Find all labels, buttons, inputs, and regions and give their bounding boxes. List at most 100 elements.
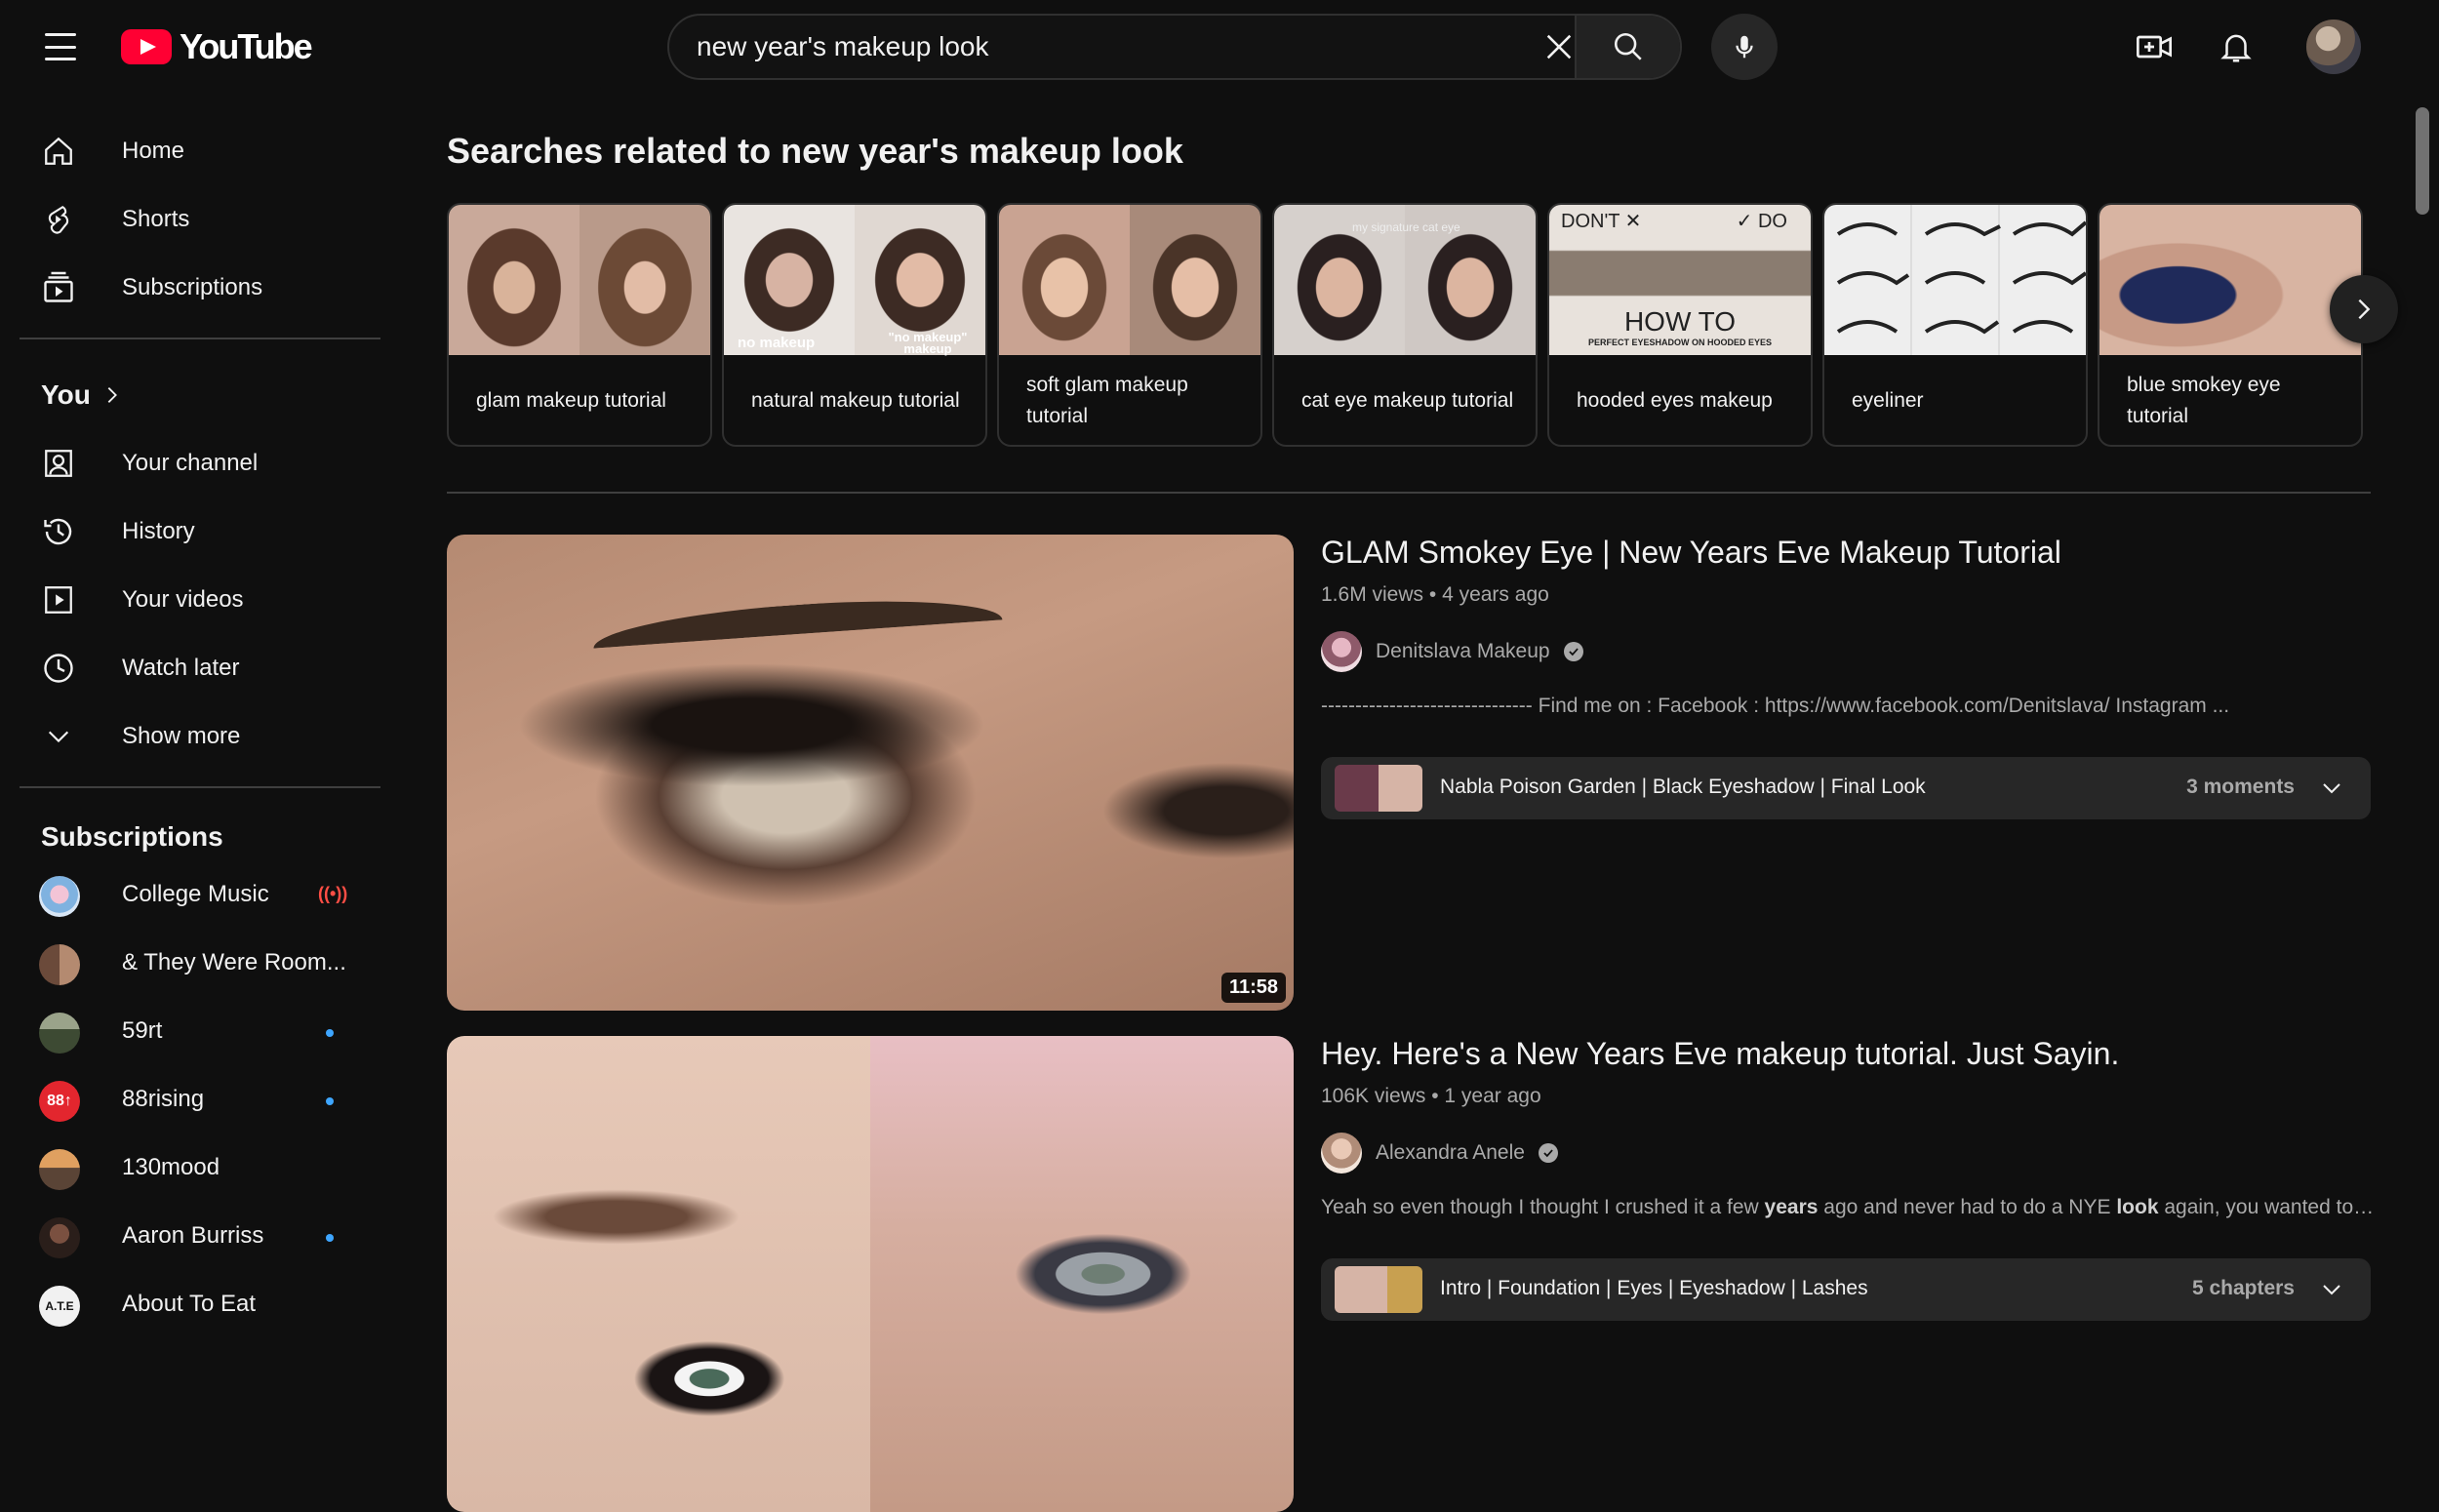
sidebar-sub-they-were-roommates[interactable]: & They Were Room...: [20, 929, 361, 997]
menu-icon[interactable]: [39, 27, 82, 66]
video-thumbnail[interactable]: 11:58: [447, 535, 1294, 1011]
related-search-chip[interactable]: no makeup "no makeup" makeup natural mak…: [722, 203, 987, 447]
view-count: 1.6M views: [1321, 583, 1424, 606]
sidebar-sub-name: Aaron Burriss: [122, 1222, 264, 1249]
sidebar-sub-college-music[interactable]: College Music ((•)): [20, 860, 361, 929]
video-thumbnail[interactable]: [447, 1036, 1294, 1512]
sidebar-item-subscriptions[interactable]: Subscriptions: [20, 254, 361, 322]
moments-count: 3 moments: [2186, 776, 2295, 798]
chevron-right-icon: [101, 384, 123, 411]
video-description: Yeah so even though I thought I crushed …: [1321, 1196, 2375, 1219]
sidebar-item-shorts[interactable]: Shorts: [20, 185, 361, 254]
sidebar-sub-name: About To Eat: [122, 1291, 256, 1317]
video-channel[interactable]: Denitslava Makeup: [1321, 630, 1583, 673]
channel-name[interactable]: Alexandra Anele: [1376, 1141, 1525, 1165]
sidebar-sub-88rising[interactable]: 88↑ 88rising: [20, 1065, 361, 1134]
thumb-caption: my signature cat eye: [1352, 220, 1460, 234]
sidebar-divider: [20, 786, 380, 788]
chip-label: hooded eyes makeup: [1577, 389, 1773, 412]
sidebar-sub-130mood[interactable]: 130mood: [20, 1134, 361, 1202]
chevron-right-icon: [2358, 298, 2371, 320]
search-results: Searches related to new year's makeup lo…: [447, 94, 2398, 1512]
account-avatar[interactable]: [2306, 20, 2361, 74]
search-input[interactable]: [697, 16, 1497, 78]
video-channel[interactable]: Alexandra Anele: [1321, 1132, 1558, 1174]
chapters-count: 5 chapters: [2191, 1277, 2295, 1299]
sidebar-sub-about-to-eat[interactable]: A.T.E About To Eat: [20, 1270, 361, 1338]
notifications-button[interactable]: [2213, 23, 2259, 70]
channel-avatar[interactable]: [1321, 1133, 1362, 1174]
channel-avatar: A.T.E: [39, 1286, 80, 1327]
chip-thumbnail: DON'T ✕ ✓ DO HOW TO PERFECT EYESHADOW ON…: [1549, 205, 1811, 355]
related-search-chip[interactable]: my signature cat eye cat eye makeup tuto…: [1272, 203, 1538, 447]
channel-avatar: 88↑: [39, 1081, 80, 1122]
sidebar-item-watch-later[interactable]: Watch later: [20, 634, 361, 702]
meta-separator: •: [1431, 1085, 1445, 1107]
related-search-chip[interactable]: blue smokey eye tutorial: [2098, 203, 2363, 447]
channel-name[interactable]: Denitslava Makeup: [1376, 640, 1550, 663]
close-icon: [1546, 34, 1572, 60]
video-duration: 11:58: [1220, 973, 1286, 1003]
your-videos-icon: [39, 580, 78, 619]
desc-text: Yeah so even though I thought I crushed …: [1321, 1196, 1765, 1218]
sidebar-item-your-channel[interactable]: Your channel: [20, 429, 361, 497]
sidebar-sub-name: College Music: [122, 881, 269, 907]
chip-label: natural makeup tutorial: [751, 389, 960, 412]
bell-icon: [2220, 34, 2252, 62]
subscriptions-icon: [39, 268, 78, 307]
sidebar-you-header[interactable]: You: [20, 361, 361, 429]
eyebrow-shape: [591, 590, 1005, 678]
sidebar-item-label: Your videos: [122, 586, 244, 613]
subscriptions-heading: Subscriptions: [41, 821, 223, 852]
home-icon: [39, 132, 78, 171]
sidebar-item-label: History: [122, 518, 195, 544]
watch-later-icon: [39, 649, 78, 688]
sidebar-item-history[interactable]: History: [20, 497, 361, 566]
logo-wordmark: YouTube: [180, 26, 313, 66]
thumb-caption: no makeup: [738, 335, 816, 351]
page-scrollbar[interactable]: [2416, 107, 2429, 215]
channel-avatar[interactable]: [1321, 631, 1362, 672]
voice-search-button[interactable]: [1711, 14, 1778, 80]
chip-thumbnail: no makeup "no makeup" makeup: [724, 205, 985, 355]
chip-thumbnail: [2099, 205, 2361, 355]
related-search-chip[interactable]: DON'T ✕ ✓ DO HOW TO PERFECT EYESHADOW ON…: [1547, 203, 1813, 447]
sidebar-item-label: Subscriptions: [122, 274, 263, 300]
search-icon: [1614, 32, 1642, 60]
sidebar-item-your-videos[interactable]: Your videos: [20, 566, 361, 634]
microphone-icon: [1736, 35, 1753, 59]
related-searches-carousel: glam makeup tutorial no makeup "no makeu…: [447, 203, 2371, 449]
sidebar-item-label: Your channel: [122, 450, 259, 476]
desc-highlight: years: [1764, 1196, 1819, 1218]
chip-thumbnail: my signature cat eye: [1274, 205, 1536, 355]
channel-avatar: [39, 944, 80, 985]
carousel-next-button[interactable]: [2330, 275, 2398, 343]
new-content-dot: [326, 1029, 334, 1037]
related-search-chip[interactable]: eyeliner: [1822, 203, 2088, 447]
thumb-caption: "no makeup" makeup: [888, 330, 968, 356]
video-title[interactable]: GLAM Smokey Eye | New Years Eve Makeup T…: [1321, 535, 2061, 571]
create-button[interactable]: [2131, 23, 2178, 70]
sidebar-sub-name: 88rising: [122, 1086, 205, 1112]
verified-icon: [1563, 642, 1583, 661]
chip-thumbnail: [1824, 205, 2086, 355]
sidebar-sub-59rt[interactable]: 59rt: [20, 997, 361, 1065]
chip-label: soft glam makeup tutorial: [1026, 374, 1188, 427]
search-button[interactable]: [1575, 16, 1680, 78]
key-moments-bar[interactable]: Nabla Poison Garden | Black Eyeshadow | …: [1321, 757, 2371, 819]
related-search-chip[interactable]: soft glam makeup tutorial: [997, 203, 1262, 447]
sidebar-item-show-more[interactable]: Show more: [20, 702, 361, 771]
video-meta: 1.6M views • 4 years ago: [1321, 583, 1549, 607]
desc-text: ago and never had to do a NYE: [1818, 1196, 2117, 1218]
sidebar-item-home[interactable]: Home: [20, 117, 361, 185]
sidebar-item-label: Show more: [122, 723, 241, 749]
video-title[interactable]: Hey. Here's a New Years Eve makeup tutor…: [1321, 1036, 2119, 1072]
related-search-chip[interactable]: glam makeup tutorial: [447, 203, 712, 447]
moment-thumbnail: [1335, 765, 1422, 812]
chapters-bar[interactable]: Intro | Foundation | Eyes | Eyeshadow | …: [1321, 1258, 2371, 1321]
sidebar-item-label: Shorts: [122, 206, 190, 232]
youtube-logo[interactable]: YouTube: [121, 26, 313, 66]
new-content-dot: [326, 1097, 334, 1105]
sidebar-sub-aaron-burriss[interactable]: Aaron Burriss: [20, 1202, 361, 1270]
chevron-down-icon: [39, 717, 78, 756]
